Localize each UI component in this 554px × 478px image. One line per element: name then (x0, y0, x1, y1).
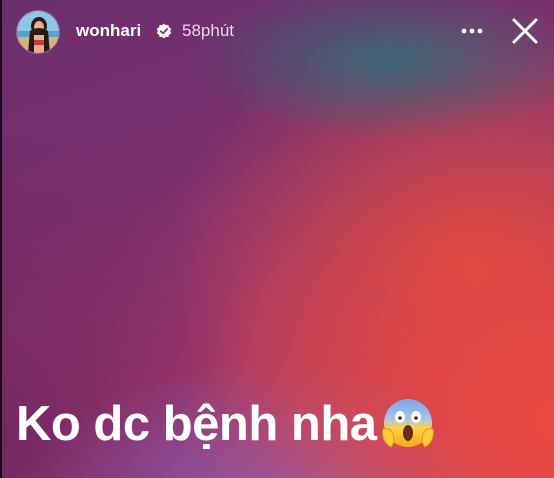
close-icon (512, 18, 538, 44)
close-button[interactable] (509, 15, 541, 47)
more-options-icon (461, 28, 483, 34)
caption-text: Ko dc bệnh nha (16, 397, 377, 451)
more-options-button[interactable] (456, 18, 488, 44)
story-edge-shadow (0, 0, 2, 478)
story-viewer[interactable]: wonhari 58phút Ko dc bệnh nha (0, 0, 554, 478)
avatar-image (17, 11, 59, 53)
avatar[interactable] (17, 11, 59, 53)
username[interactable]: wonhari (76, 20, 141, 42)
verified-badge-icon (156, 23, 172, 39)
face-screaming-in-fear-icon (379, 395, 437, 453)
story-header: wonhari 58phút (0, 0, 554, 64)
story-caption: Ko dc bệnh nha (16, 392, 437, 456)
story-timestamp: 58phút (182, 21, 234, 40)
